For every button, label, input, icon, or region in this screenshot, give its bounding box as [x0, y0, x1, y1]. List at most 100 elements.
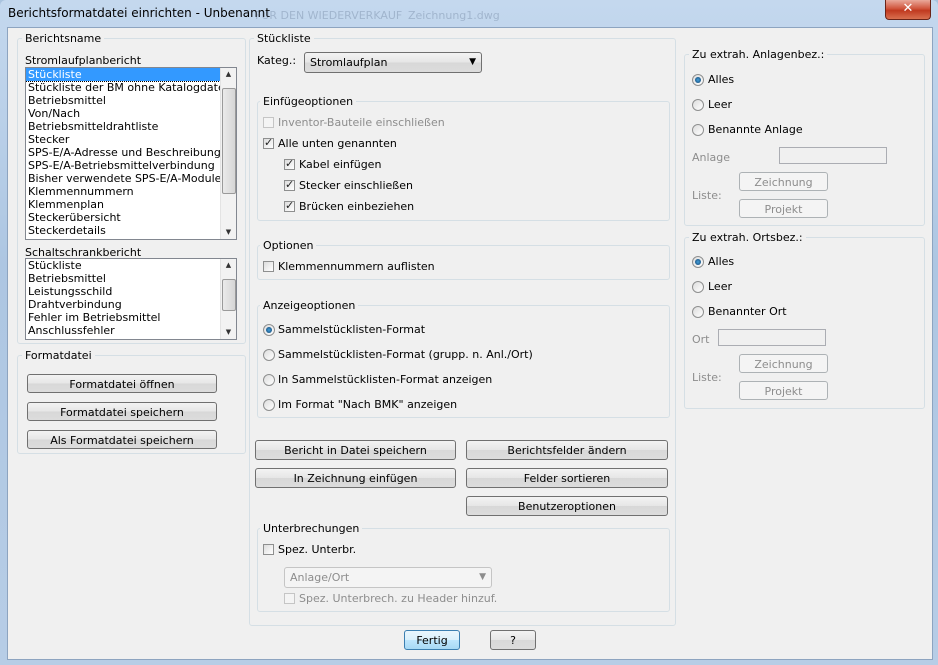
- benutzeroptionen-button[interactable]: Benutzeroptionen: [466, 496, 668, 516]
- list-item[interactable]: Stückliste der BM ohne Katalogdaten: [26, 81, 236, 94]
- list-item[interactable]: Steckerübersicht: [26, 211, 236, 224]
- alle-unten-checkbox[interactable]: [263, 136, 274, 149]
- list-item[interactable]: Stückliste: [26, 68, 236, 82]
- anl-alles-label: Alles: [708, 73, 735, 86]
- kabel-checkbox[interactable]: [284, 157, 295, 170]
- dialog-window: Berichtsformatdatei einrichten - Unbenan…: [0, 0, 938, 665]
- berichtsname-label: Berichtsname: [22, 32, 105, 45]
- close-icon: ✕: [902, 1, 914, 16]
- anl-leer-label: Leer: [708, 98, 732, 111]
- list-item[interactable]: Betriebsmittel: [26, 94, 236, 107]
- ort-alles-label: Alles: [708, 255, 735, 268]
- list-item[interactable]: Drahtverbindung: [26, 298, 236, 311]
- einfuegeoptionen-label: Einfügeoptionen: [260, 95, 357, 108]
- anl-liste-label: Liste:: [692, 189, 722, 202]
- kabel-label: Kabel einfügen: [299, 158, 382, 171]
- ort-liste-label: Liste:: [692, 371, 722, 384]
- stecker-label: Stecker einschließen: [299, 179, 413, 192]
- stecker-checkbox[interactable]: [284, 178, 295, 191]
- nach-bmk-radio[interactable]: [263, 399, 275, 411]
- spez-header-label: Spez. Unterbrech. zu Header hinzuf.: [299, 592, 498, 605]
- kateg-label: Kateg.:: [257, 54, 297, 67]
- kateg-dropdown[interactable]: Stromlaufplan ▼: [304, 52, 482, 73]
- stueckliste-label: Stückliste: [254, 32, 314, 45]
- scroll-thumb[interactable]: [222, 88, 236, 194]
- scrollbar[interactable]: ▲ ▼: [220, 68, 236, 239]
- sammel-anzeigen-radio[interactable]: [263, 374, 275, 386]
- stromlaufplanbericht-list[interactable]: Stückliste Stückliste der BM ohne Katalog…: [25, 67, 237, 240]
- klemmennummern-checkbox[interactable]: [263, 261, 274, 272]
- chevron-down-icon: ▼: [469, 57, 476, 67]
- anlagenbez-label: Zu extrah. Anlagenbez.:: [689, 48, 828, 61]
- help-button[interactable]: ?: [490, 630, 536, 650]
- klemmennummern-label: Klemmennummern auflisten: [278, 260, 435, 273]
- dialog-client: Berichtsname Stromlaufplanbericht Stückl…: [7, 27, 933, 660]
- list-item[interactable]: Klemmenplan: [26, 198, 236, 211]
- sammel-grupp-radio[interactable]: [263, 349, 275, 361]
- list-item[interactable]: Fehler im Betriebsmittel: [26, 311, 236, 324]
- als-formatdatei-speichern-button[interactable]: Als Formatdatei speichern: [27, 430, 217, 449]
- window-title: Berichtsformatdatei einrichten - Unbenan…: [8, 6, 270, 20]
- list-item[interactable]: Bisher verwendete SPS-E/A-Module: [26, 172, 236, 185]
- alle-unten-label: Alle unten genannten: [278, 137, 397, 150]
- bericht-speichern-button[interactable]: Bericht in Datei speichern: [255, 440, 456, 460]
- anl-benannt-label: Benannte Anlage: [708, 123, 803, 136]
- background-window-text: Zeichnung1.dwg: [408, 9, 500, 22]
- unterbr-dropdown[interactable]: Anlage/Ort ▼: [284, 567, 492, 588]
- formatdatei-oeffnen-button[interactable]: Formatdatei öffnen: [27, 374, 217, 393]
- ort-alles-radio[interactable]: [692, 256, 704, 268]
- spez-header-checkbox[interactable]: [284, 593, 295, 604]
- spez-unterbr-checkbox[interactable]: [263, 544, 274, 555]
- berichtsfelder-aendern-button[interactable]: Berichtsfelder ändern: [466, 440, 668, 460]
- list-item[interactable]: Leistungsschild: [26, 285, 236, 298]
- anl-projekt-button[interactable]: Projekt: [739, 199, 828, 218]
- ort-benannt-radio[interactable]: [692, 306, 704, 318]
- formatdatei-speichern-button[interactable]: Formatdatei speichern: [27, 402, 217, 421]
- scroll-up-icon[interactable]: ▲: [221, 259, 236, 272]
- inventor-checkbox[interactable]: [263, 117, 274, 128]
- felder-sortieren-button[interactable]: Felder sortieren: [466, 468, 668, 488]
- anl-zeichnung-button[interactable]: Zeichnung: [739, 172, 828, 191]
- list-item[interactable]: Anschlussfehler: [26, 324, 236, 337]
- bruecken-label: Brücken einbeziehen: [299, 200, 415, 213]
- ort-leer-radio[interactable]: [692, 281, 704, 293]
- list-item[interactable]: Betriebsmittel: [26, 272, 236, 285]
- ort-projekt-button[interactable]: Projekt: [739, 381, 828, 400]
- scroll-thumb[interactable]: [222, 279, 236, 311]
- unterbrechungen-label: Unterbrechungen: [260, 522, 363, 535]
- list-item[interactable]: Betriebsmitteldrahtliste: [26, 120, 236, 133]
- list-item[interactable]: Steckerdetails: [26, 224, 236, 237]
- close-button[interactable]: ✕: [885, 0, 931, 20]
- list-item[interactable]: Stecker: [26, 133, 236, 146]
- list-item[interactable]: Klemmennummern: [26, 185, 236, 198]
- list-item[interactable]: Stückliste: [26, 259, 236, 272]
- ort-input[interactable]: [718, 329, 826, 346]
- ort-zeichnung-button[interactable]: Zeichnung: [739, 354, 828, 373]
- sammel-format-radio[interactable]: [263, 324, 275, 336]
- scroll-up-icon[interactable]: ▲: [221, 68, 236, 81]
- ort-benannt-label: Benannter Ort: [708, 305, 787, 318]
- nach-bmk-label: Im Format "Nach BMK" anzeigen: [278, 398, 458, 411]
- anl-leer-radio[interactable]: [692, 99, 704, 111]
- fertig-button[interactable]: Fertig: [404, 630, 460, 650]
- anlage-input[interactable]: [779, 147, 887, 164]
- list-item[interactable]: SPS-E/A-Adresse und Beschreibungen: [26, 146, 236, 159]
- list-item[interactable]: SPS-E/A-Betriebsmittelverbindung: [26, 159, 236, 172]
- scrollbar[interactable]: ▲ ▼: [220, 259, 236, 339]
- inventor-label: Inventor-Bauteile einschließen: [278, 116, 445, 129]
- sammel-grupp-label: Sammelstücklisten-Format (grupp. n. Anl.…: [278, 348, 533, 361]
- in-zeichnung-einfuegen-button[interactable]: In Zeichnung einfügen: [255, 468, 456, 488]
- spez-unterbr-label: Spez. Unterbr.: [278, 543, 357, 556]
- optionen-label: Optionen: [260, 239, 317, 252]
- scroll-down-icon[interactable]: ▼: [221, 326, 236, 339]
- list-item[interactable]: Von/Nach: [26, 107, 236, 120]
- anl-alles-radio[interactable]: [692, 74, 704, 86]
- ortsbez-label: Zu extrah. Ortsbez.:: [689, 231, 806, 244]
- anl-benannt-radio[interactable]: [692, 124, 704, 136]
- formatdatei-label: Formatdatei: [22, 349, 95, 362]
- ort-leer-label: Leer: [708, 280, 732, 293]
- schaltschrankbericht-list[interactable]: Stückliste Betriebsmittel Leistungsschild D…: [25, 258, 237, 340]
- bruecken-checkbox[interactable]: [284, 199, 295, 212]
- ort-field-label: Ort: [692, 333, 710, 346]
- scroll-down-icon[interactable]: ▼: [221, 226, 236, 239]
